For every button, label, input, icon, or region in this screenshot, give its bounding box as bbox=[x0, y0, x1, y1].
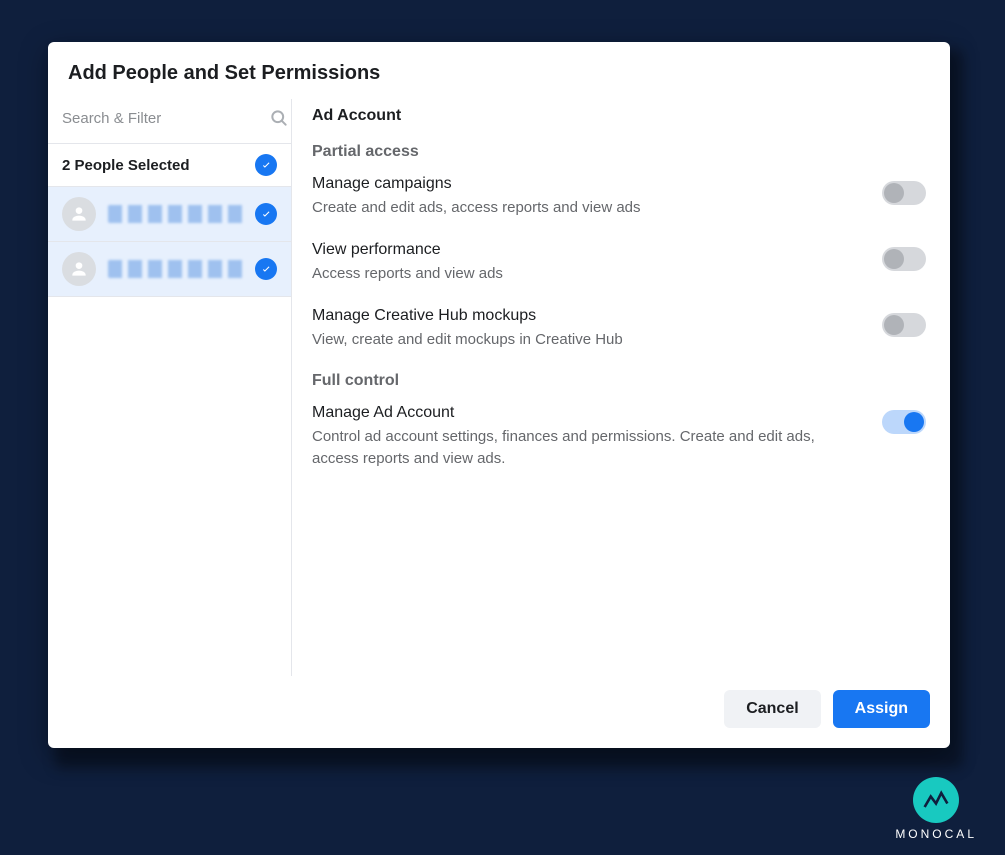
avatar bbox=[62, 197, 96, 231]
toggle-manage-campaigns[interactable] bbox=[882, 181, 926, 205]
perm-title: View performance bbox=[312, 241, 864, 259]
person-name-redacted bbox=[108, 260, 243, 278]
perm-desc: Control ad account settings, finances an… bbox=[312, 426, 864, 470]
toggle-creative-hub[interactable] bbox=[882, 313, 926, 337]
perm-desc: View, create and edit mockups in Creativ… bbox=[312, 329, 864, 351]
perm-view-performance: View performance Access reports and view… bbox=[312, 241, 926, 285]
brand-name: MONOCAL bbox=[895, 827, 977, 841]
toggle-manage-ad-account[interactable] bbox=[882, 410, 926, 434]
selected-summary-row[interactable]: 2 People Selected bbox=[48, 144, 291, 187]
person-row[interactable] bbox=[48, 187, 291, 242]
full-control-heading: Full control bbox=[312, 372, 926, 390]
selected-count-label: 2 People Selected bbox=[62, 157, 190, 174]
permissions-modal: Add People and Set Permissions 2 People … bbox=[48, 42, 950, 748]
check-icon bbox=[255, 258, 277, 280]
search-input[interactable] bbox=[62, 110, 261, 127]
perm-title: Manage campaigns bbox=[312, 175, 864, 193]
right-section-title: Ad Account bbox=[312, 107, 926, 125]
perm-title: Manage Creative Hub mockups bbox=[312, 307, 864, 325]
assign-button[interactable]: Assign bbox=[833, 690, 930, 728]
perm-manage-ad-account: Manage Ad Account Control ad account set… bbox=[312, 404, 926, 470]
brand-mark-icon bbox=[913, 777, 959, 823]
check-icon bbox=[255, 154, 277, 176]
person-row[interactable] bbox=[48, 242, 291, 297]
search-icon[interactable] bbox=[269, 105, 289, 131]
avatar bbox=[62, 252, 96, 286]
cancel-button[interactable]: Cancel bbox=[724, 690, 820, 728]
perm-creative-hub: Manage Creative Hub mockups View, create… bbox=[312, 307, 926, 351]
check-icon bbox=[255, 203, 277, 225]
search-row bbox=[48, 99, 291, 143]
brand-logo: MONOCAL bbox=[895, 777, 977, 841]
perm-manage-campaigns: Manage campaigns Create and edit ads, ac… bbox=[312, 175, 926, 219]
partial-access-heading: Partial access bbox=[312, 143, 926, 161]
perm-title: Manage Ad Account bbox=[312, 404, 864, 422]
permissions-pane: Ad Account Partial access Manage campaig… bbox=[292, 99, 950, 676]
perm-desc: Access reports and view ads bbox=[312, 263, 864, 285]
modal-footer: Cancel Assign bbox=[48, 676, 950, 748]
toggle-view-performance[interactable] bbox=[882, 247, 926, 271]
people-pane: 2 People Selected bbox=[48, 99, 292, 676]
modal-title: Add People and Set Permissions bbox=[48, 42, 950, 99]
perm-desc: Create and edit ads, access reports and … bbox=[312, 197, 864, 219]
modal-body: 2 People Selected bbox=[48, 99, 950, 676]
person-name-redacted bbox=[108, 205, 243, 223]
